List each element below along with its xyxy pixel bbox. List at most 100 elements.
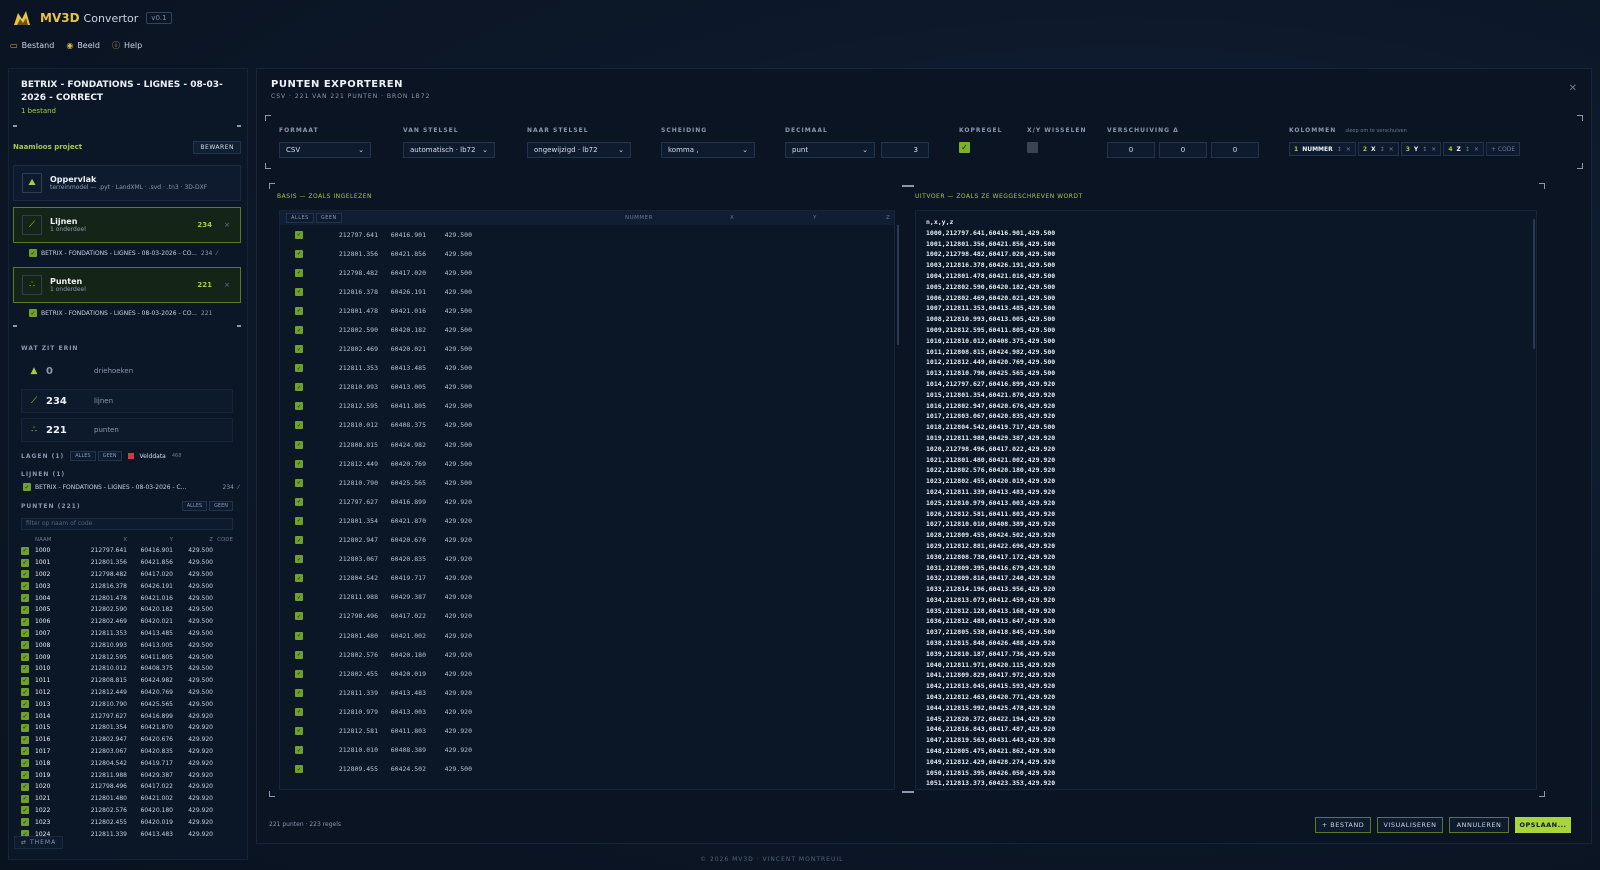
decimals-input[interactable]: 3 <box>881 142 929 158</box>
table-row[interactable]: ✓ 1000 212797.641 60416.901 429.500 <box>21 545 233 557</box>
checkbox-checked-icon[interactable]: ✓ <box>295 402 303 411</box>
table-row[interactable]: ✓ 212802.455 60420.019 429.920 <box>280 664 894 683</box>
table-row[interactable]: ✓ 1018 212804.542 60419.717 429.920 <box>21 757 233 769</box>
checkbox-checked-icon[interactable]: ✓ <box>295 669 303 678</box>
table-row[interactable]: ✓ 212812.595 60411.805 429.500 <box>280 397 894 416</box>
card-lijnen[interactable]: ⟋ Lijnen 1 onderdeel 234 × <box>13 207 241 243</box>
table-row[interactable]: ✓ 212802.576 60420.180 429.920 <box>280 645 894 664</box>
checkbox-checked-icon[interactable]: ✓ <box>21 806 29 815</box>
table-row[interactable]: ✓ 1001 212801.356 60421.856 429.500 <box>21 557 233 569</box>
table-row[interactable]: ✓ 212811.353 60413.485 429.500 <box>280 359 894 378</box>
close-icon[interactable]: ✕ <box>1346 146 1351 153</box>
offset-x-input[interactable]: 0 <box>1107 142 1155 158</box>
table-row[interactable]: ✓ 212798.482 60417.020 429.500 <box>280 263 894 282</box>
sort-arrow-icon[interactable]: ↕ <box>1465 146 1470 153</box>
table-row[interactable]: ✓ 212804.542 60419.717 429.920 <box>280 569 894 588</box>
remove-icon[interactable]: × <box>224 221 230 229</box>
offset-y-input[interactable]: 0 <box>1159 142 1207 158</box>
checkbox-checked-icon[interactable]: ✓ <box>21 712 29 721</box>
checkbox-checked-icon[interactable]: ✓ <box>295 497 303 506</box>
separator-select[interactable]: komma , ⌄ <box>661 142 755 158</box>
checkbox-checked-icon[interactable]: ✓ <box>21 700 29 709</box>
close-icon[interactable]: ✕ <box>1389 146 1394 153</box>
table-row[interactable]: ✓ 212801.478 60421.016 429.500 <box>280 301 894 320</box>
table-row[interactable]: ✓ 1017 212803.067 60420.835 429.920 <box>21 746 233 758</box>
checkbox-checked-icon[interactable]: ✓ <box>295 459 303 468</box>
project-name[interactable]: Naamloos project <box>13 143 82 151</box>
checkbox-checked-icon[interactable]: ✓ <box>295 746 303 755</box>
checkbox-checked-icon[interactable]: ✓ <box>295 364 303 373</box>
column-chip-x[interactable]: 2 X ↕ ✕ <box>1357 142 1399 156</box>
table-row[interactable]: ✓ 212798.496 60417.022 429.920 <box>280 607 894 626</box>
checkbox-checked-icon[interactable]: ✓ <box>21 735 29 744</box>
right-scrollbar[interactable] <box>1533 219 1535 349</box>
checkbox-checked-icon[interactable]: ✓ <box>21 794 29 803</box>
checkbox-checked-icon[interactable]: ✓ <box>295 440 303 449</box>
checkbox-checked-icon[interactable]: ✓ <box>21 546 29 555</box>
checkbox-checked-icon[interactable]: ✓ <box>21 771 29 780</box>
checkbox-checked-icon[interactable]: ✓ <box>21 759 29 768</box>
table-row[interactable]: ✓ 1008 212810.993 60413.005 429.500 <box>21 639 233 651</box>
column-chip-y[interactable]: 3 Y ↕ ✕ <box>1400 142 1442 156</box>
remove-icon[interactable]: × <box>224 281 230 289</box>
table-row[interactable]: ✓ 1011 212808.815 60424.982 429.500 <box>21 675 233 687</box>
checkbox-checked-icon[interactable]: ✓ <box>295 536 303 545</box>
table-row[interactable]: ✓ 212812.581 60411.803 429.920 <box>280 721 894 740</box>
checkbox-checked-icon[interactable]: ✓ <box>295 707 303 716</box>
checkbox-checked-icon[interactable]: ✓ <box>21 664 29 673</box>
table-row[interactable]: ✓ 1004 212801.478 60421.016 429.500 <box>21 592 233 604</box>
table-row[interactable]: ✓ 1023 212802.455 60420.019 429.920 <box>21 816 233 828</box>
table-row[interactable]: ✓ 212810.010 60408.389 429.920 <box>280 741 894 760</box>
table-row[interactable]: ✓ 1003 212816.378 60426.191 429.500 <box>21 580 233 592</box>
offset-z-input[interactable]: 0 <box>1211 142 1259 158</box>
table-row[interactable]: ✓ 212811.339 60413.483 429.920 <box>280 683 894 702</box>
select-all-button[interactable]: ALLES <box>286 213 314 223</box>
table-row[interactable]: ✓ 212801.354 60421.870 429.920 <box>280 511 894 530</box>
left-scrollbar[interactable] <box>897 225 899 345</box>
checkbox-checked-icon[interactable]: ✓ <box>29 249 37 257</box>
checkbox-checked-icon[interactable]: ✓ <box>295 345 303 354</box>
table-row[interactable]: ✓ 212810.012 60408.375 429.500 <box>280 416 894 435</box>
punten-subitem[interactable]: ✓ BETRIX - FONDATIONS - LIGNES - 08-03-2… <box>29 307 241 319</box>
table-row[interactable]: ✓ 212802.947 60420.676 429.920 <box>280 531 894 550</box>
close-icon[interactable]: ✕ <box>1431 146 1436 153</box>
layers-all-button[interactable]: ALLES <box>70 451 96 461</box>
table-row[interactable]: ✓ 1010 212810.012 60408.375 429.500 <box>21 663 233 675</box>
checkbox-checked-icon[interactable]: ✓ <box>295 765 303 774</box>
theme-toggle-button[interactable]: ⇄ THEMA <box>14 836 64 849</box>
checkbox-checked-icon[interactable]: ✓ <box>21 782 29 791</box>
table-row[interactable]: ✓ 212810.790 60425.565 429.500 <box>280 473 894 492</box>
checkbox-checked-icon[interactable]: ✓ <box>21 641 29 650</box>
checkbox-checked-icon[interactable]: ✓ <box>21 723 29 732</box>
sort-arrow-icon[interactable]: ↕ <box>1422 146 1427 153</box>
checkbox-checked-icon[interactable]: ✓ <box>295 287 303 296</box>
checkbox-checked-icon[interactable]: ✓ <box>21 818 29 827</box>
table-row[interactable]: ✓ 212810.979 60413.003 429.920 <box>280 702 894 721</box>
checkbox-checked-icon[interactable]: ✓ <box>295 726 303 735</box>
table-row[interactable]: ✓ 1002 212798.482 60417.020 429.500 <box>21 569 233 581</box>
save-button[interactable]: OPSLAAN... <box>1515 817 1571 833</box>
add-code-column-button[interactable]: + CODE <box>1485 142 1521 156</box>
table-row[interactable]: ✓ 1005 212802.590 60420.182 429.500 <box>21 604 233 616</box>
table-row[interactable]: ✓ 1021 212801.480 60421.002 429.920 <box>21 793 233 805</box>
close-icon[interactable]: ✕ <box>1474 146 1479 153</box>
lijnen-subitem[interactable]: ✓ BETRIX - FONDATIONS - LIGNES - 08-03-2… <box>29 247 241 259</box>
menu-help[interactable]: ⓘ Help <box>112 40 142 51</box>
checkbox-checked-icon[interactable]: ✓ <box>29 309 37 317</box>
swap-xy-checkbox[interactable] <box>1027 142 1038 153</box>
table-row[interactable]: ✓ 212811.988 60429.387 429.920 <box>280 588 894 607</box>
add-file-button[interactable]: + BESTAND <box>1315 817 1371 833</box>
decimal-select[interactable]: punt ⌄ <box>785 142 875 158</box>
to-crs-select[interactable]: ongewijzigd · lb72 ⌄ <box>527 142 631 158</box>
resize-handle-bottom[interactable] <box>902 791 914 795</box>
points-filter-input[interactable]: filter op naam of code <box>21 518 233 530</box>
lines-layer-item[interactable]: ✓ BETRIX - FONDATIONS - LIGNES - 08-03-2… <box>23 481 239 493</box>
select-none-button[interactable]: GEEN <box>315 213 342 223</box>
table-row[interactable]: ✓ 1015 212801.354 60421.870 429.920 <box>21 722 233 734</box>
table-row[interactable]: ✓ 212810.993 60413.005 429.500 <box>280 378 894 397</box>
card-punten[interactable]: ∴ Punten 1 onderdeel 221 × <box>13 267 241 303</box>
table-row[interactable]: ✓ 212801.480 60421.002 429.920 <box>280 626 894 645</box>
menu-beeld[interactable]: ◉ Beeld <box>66 40 100 51</box>
table-row[interactable]: ✓ 212809.455 60424.502 429.500 <box>280 760 894 779</box>
layer-name[interactable]: Velddata <box>140 453 166 460</box>
